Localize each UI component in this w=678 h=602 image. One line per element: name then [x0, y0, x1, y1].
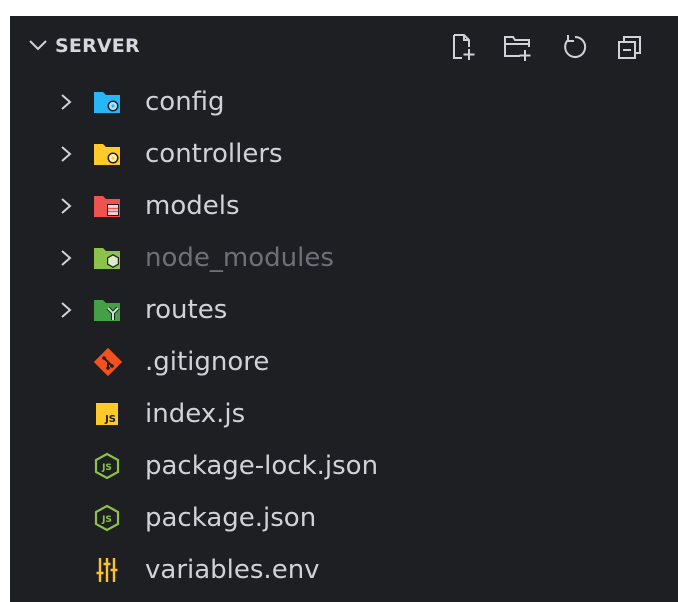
new-file-icon: [453, 34, 475, 60]
tree-item-label: node_modules: [145, 243, 334, 273]
svg-text:JS: JS: [101, 463, 112, 473]
tree-item-config[interactable]: config: [10, 76, 678, 128]
tree-item-label: config: [145, 87, 225, 117]
explorer-panel: SERVER config controllers models node_mo…: [10, 16, 678, 602]
new-file-button[interactable]: [447, 32, 477, 62]
section-title: SERVER: [55, 35, 140, 57]
tree-item-package-json[interactable]: JS package.json: [10, 492, 678, 544]
collapse-all-icon: [618, 36, 641, 59]
folder-config-icon: [92, 88, 122, 116]
tree-item-index-js[interactable]: JS index.js: [10, 388, 678, 440]
tree-item-label: models: [145, 191, 240, 221]
folder-models-icon: [92, 192, 122, 220]
svg-text:JS: JS: [104, 414, 116, 425]
svg-text:JS: JS: [101, 515, 112, 525]
folder-routes-icon: [92, 296, 122, 324]
tree-item-label: package-lock.json: [145, 451, 379, 481]
new-folder-button[interactable]: [502, 32, 532, 62]
chevron-right-icon[interactable]: [58, 92, 74, 112]
nodejs-icon: JS: [92, 452, 122, 480]
tree-item-node-modules[interactable]: node_modules: [10, 232, 678, 284]
tree-item-routes[interactable]: routes: [10, 284, 678, 336]
git-icon: [92, 348, 122, 376]
tree-item-label: variables.env: [145, 555, 320, 585]
chevron-right-icon[interactable]: [58, 248, 74, 268]
tree-item-variables-env[interactable]: variables.env: [10, 544, 678, 596]
tree-item-models[interactable]: models: [10, 180, 678, 232]
tree-item-gitignore[interactable]: .gitignore: [10, 336, 678, 388]
tree-item-label: routes: [145, 295, 228, 325]
tree-item-label: index.js: [145, 399, 246, 429]
tree-item-label: .gitignore: [145, 347, 270, 377]
chevron-right-icon[interactable]: [58, 144, 74, 164]
folder-node-icon: [92, 244, 122, 272]
new-folder-icon: [504, 36, 531, 61]
folder-controllers-icon: [92, 140, 122, 168]
tree-item-label: controllers: [145, 139, 283, 169]
chevron-down-icon[interactable]: [28, 38, 48, 52]
settings-sliders-icon: [92, 556, 122, 584]
javascript-icon: JS: [92, 400, 122, 428]
collapse-all-button[interactable]: [615, 32, 645, 62]
chevron-right-icon[interactable]: [58, 300, 74, 320]
tree-item-package-lock-json[interactable]: JS package-lock.json: [10, 440, 678, 492]
nodejs-icon: JS: [92, 504, 122, 532]
refresh-icon: [564, 35, 587, 58]
chevron-right-icon[interactable]: [58, 196, 74, 216]
tree-item-controllers[interactable]: controllers: [10, 128, 678, 180]
tree-item-label: package.json: [145, 503, 317, 533]
explorer-section-header[interactable]: SERVER: [10, 16, 678, 76]
refresh-button[interactable]: [559, 32, 589, 62]
